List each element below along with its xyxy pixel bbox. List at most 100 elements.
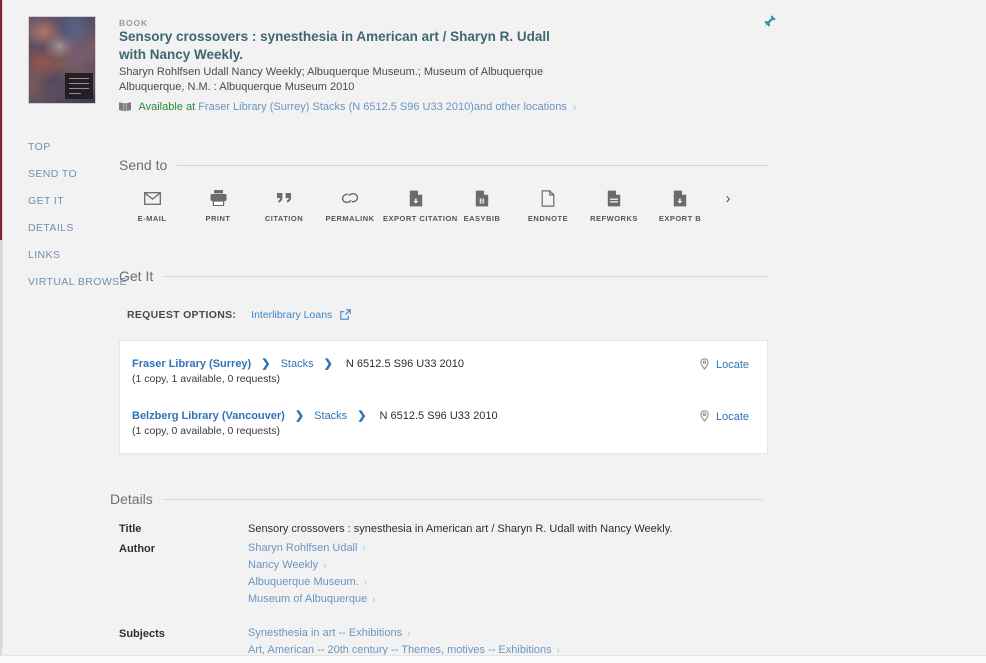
- details-author-values: Sharyn Rohlfsen Udall › Nancy Weekly › Alb…: [248, 540, 779, 608]
- record-detail-page: BOOK Sensory crossovers : synesthesia in…: [0, 0, 986, 663]
- author-link[interactable]: Albuquerque Museum. ›: [248, 574, 779, 591]
- send-to-section-header: Send to: [119, 157, 768, 173]
- send-to-actions: E-MAIL PRINT CITATION PERMALINK EXPORT C…: [119, 188, 749, 223]
- chevron-right-icon[interactable]: ›: [573, 102, 576, 113]
- action-easybib[interactable]: B EASYBIB: [449, 188, 515, 223]
- action-print[interactable]: PRINT: [185, 188, 251, 223]
- sidebar-item-links[interactable]: LINKS: [0, 242, 118, 269]
- holding-call-number: N 6512.5 S96 U33 2010: [379, 410, 498, 422]
- author-name: Sharyn Rohlfsen Udall: [248, 542, 358, 554]
- chevron-right-icon: ›: [407, 628, 411, 639]
- book-cover-thumbnail[interactable]: [28, 16, 96, 104]
- chevron-right-icon: ❯: [261, 358, 271, 370]
- action-permalink[interactable]: PERMALINK: [317, 188, 383, 223]
- get-it-heading: Get It: [119, 268, 154, 284]
- external-link-icon[interactable]: [340, 309, 351, 323]
- action-export-b[interactable]: EXPORT B: [647, 188, 713, 223]
- chevron-right-icon: ❯: [294, 410, 305, 422]
- record-contributors: Sharyn Rohlfsen Udall Nancy Weekly; Albu…: [119, 66, 544, 78]
- record-type-label: BOOK: [119, 18, 149, 28]
- action-label: CITATION: [264, 214, 304, 223]
- availability-status: Available at: [138, 101, 196, 113]
- holding-row[interactable]: Belzberg Library (Vancouver) ❯ Stacks ❯ …: [120, 403, 767, 443]
- action-label: EASYBIB: [463, 214, 501, 223]
- action-label: EXPORT B: [658, 214, 702, 223]
- document-icon: [515, 188, 581, 208]
- map-pin-icon: [700, 410, 709, 425]
- details-label: Author: [119, 543, 156, 555]
- document-export-icon: [383, 188, 449, 208]
- holding-library[interactable]: Fraser Library (Surrey): [132, 358, 251, 370]
- action-label: ENDNOTE: [527, 214, 569, 223]
- sidebar-item-send-to[interactable]: SEND TO: [0, 161, 118, 188]
- divider: [177, 164, 768, 166]
- author-link[interactable]: Museum of Albuquerque ›: [248, 591, 779, 608]
- pushpin-icon[interactable]: [761, 14, 779, 32]
- document-b-icon: B: [449, 188, 515, 208]
- subject-link[interactable]: Synesthesia in art -- Exhibitions ›: [248, 625, 779, 642]
- details-title-value: Sensory crossovers : synesthesia in Amer…: [248, 523, 673, 535]
- page-bottom-band: [0, 655, 986, 663]
- holding-collection[interactable]: Stacks: [281, 358, 314, 370]
- send-to-heading: Send to: [119, 157, 168, 173]
- action-label: EXPORT CITATION: [383, 214, 458, 223]
- locate-button[interactable]: Locate: [700, 358, 749, 373]
- action-endnote[interactable]: ENDNOTE: [515, 188, 581, 223]
- details-row-author: Author Sharyn Rohlfsen Udall › Nancy Week…: [119, 540, 779, 608]
- holding-row[interactable]: Fraser Library (Surrey) ❯ Stacks ❯ N 651…: [120, 351, 767, 391]
- divider: [162, 498, 763, 500]
- action-email[interactable]: E-MAIL: [119, 188, 185, 223]
- locate-button[interactable]: Locate: [700, 410, 749, 425]
- holdings-list: Fraser Library (Surrey) ❯ Stacks ❯ N 651…: [119, 340, 768, 454]
- request-options-label: REQUEST OPTIONS:: [127, 309, 237, 321]
- details-heading: Details: [110, 491, 153, 507]
- document-export-icon: [647, 188, 713, 208]
- chevron-right-icon: ›: [363, 577, 368, 588]
- record-publication: Albuquerque, N.M. : Albuquerque Museum 2…: [119, 81, 355, 93]
- quote-icon: [251, 188, 317, 208]
- details-row-title: Title Sensory crossovers : synesthesia i…: [119, 520, 779, 538]
- record-section-nav: TOP SEND TO GET IT DETAILS LINKS VIRTUAL…: [0, 134, 127, 296]
- cover-title-block: [65, 73, 93, 99]
- chevron-right-icon: ❯: [323, 358, 333, 370]
- action-citation[interactable]: CITATION: [251, 188, 317, 223]
- chevron-right-icon: ›: [372, 594, 376, 605]
- chevron-right-icon: ›: [362, 543, 366, 554]
- holding-location-line: Belzberg Library (Vancouver) ❯ Stacks ❯ …: [132, 409, 753, 422]
- holding-call-number: N 6512.5 S96 U33 2010: [345, 358, 464, 370]
- holding-library[interactable]: Belzberg Library (Vancouver): [132, 410, 285, 422]
- interlibrary-loans-link[interactable]: Interlibrary Loans: [251, 309, 332, 321]
- details-table: Title Sensory crossovers : synesthesia i…: [119, 520, 779, 663]
- chevron-right-icon: ›: [323, 560, 327, 571]
- action-export-citation[interactable]: EXPORT CITATION: [383, 188, 458, 223]
- svg-text:B: B: [479, 196, 485, 205]
- book-icon: [119, 101, 131, 115]
- sidebar-item-details[interactable]: DETAILS: [0, 215, 118, 242]
- availability-detail[interactable]: Stacks (N 6512.5 S96 U33 2010)and other …: [313, 101, 567, 113]
- record-title[interactable]: Sensory crossovers : synesthesia in Amer…: [119, 28, 579, 64]
- holding-availability-summary: (1 copy, 0 available, 0 requests): [132, 425, 281, 437]
- locate-label: Locate: [715, 359, 749, 371]
- sidebar-item-virtual-browse[interactable]: VIRTUAL BROWSE: [0, 269, 127, 296]
- holding-location-line: Fraser Library (Surrey) ❯ Stacks ❯ N 651…: [132, 357, 753, 370]
- holding-collection[interactable]: Stacks: [314, 410, 347, 422]
- sidebar-item-get-it[interactable]: GET IT: [0, 188, 118, 215]
- author-link[interactable]: Sharyn Rohlfsen Udall ›: [248, 540, 779, 557]
- availability-line[interactable]: Available at Fraser Library (Surrey) Sta…: [119, 101, 576, 115]
- subject-name: Synesthesia in art -- Exhibitions: [248, 627, 403, 639]
- action-refworks[interactable]: REFWORKS: [581, 188, 647, 223]
- chevron-right-icon: ❯: [357, 410, 367, 422]
- action-label: PERMALINK: [325, 214, 375, 223]
- author-link[interactable]: Nancy Weekly ›: [248, 557, 779, 574]
- get-it-section-header: Get It: [119, 268, 768, 284]
- divider: [163, 275, 768, 277]
- document-lines-icon: [581, 188, 647, 208]
- author-name: Albuquerque Museum.: [248, 576, 359, 588]
- sidebar-item-top[interactable]: TOP: [0, 134, 118, 161]
- action-label: REFWORKS: [590, 214, 638, 223]
- map-pin-icon: [700, 358, 709, 373]
- request-options-row: REQUEST OPTIONS: Interlibrary Loans: [127, 309, 351, 323]
- actions-next-arrow[interactable]: ›: [713, 188, 743, 210]
- action-label: E-MAIL: [137, 214, 167, 223]
- availability-library[interactable]: Fraser Library (Surrey): [198, 101, 309, 113]
